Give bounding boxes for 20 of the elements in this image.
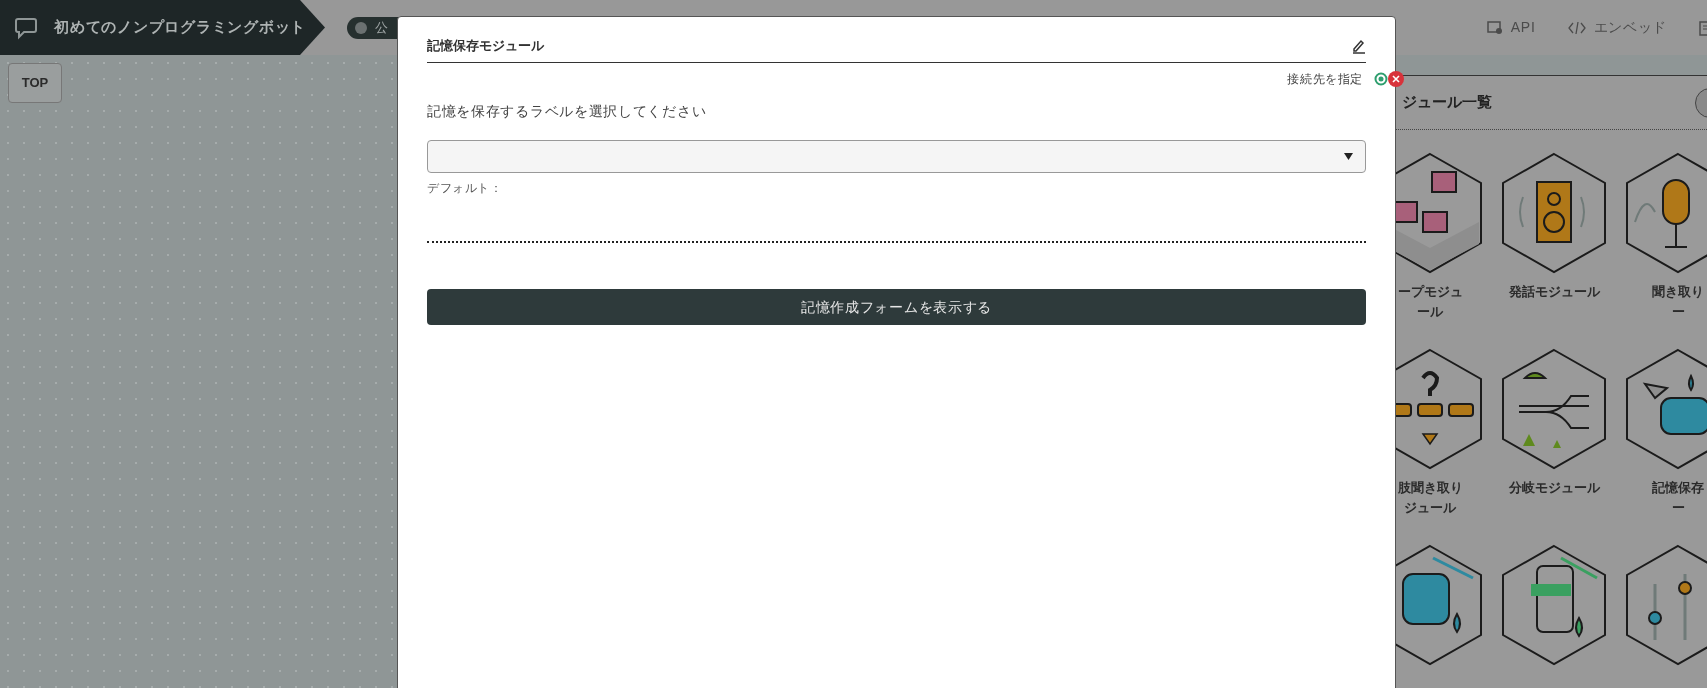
connection-label: 接続先を指定 [1287, 71, 1363, 88]
show-form-button[interactable]: 記憶作成フォームを表示する [427, 289, 1366, 325]
module-label: 発話モジュール [1508, 283, 1600, 301]
bot-title: 初めてのノンプログラミングボット [54, 17, 306, 38]
module-label: ール [1417, 303, 1443, 321]
module-label: ー [1671, 303, 1685, 321]
module-label: 分岐モジュール [1508, 479, 1600, 497]
module-label: ー [1671, 499, 1685, 517]
panel-title: ジュール一覧 [1402, 92, 1492, 113]
module-label: ジュール [1404, 499, 1456, 517]
header-link[interactable]: エンベッド [1567, 17, 1667, 38]
field-label: 記憶を保存するラベルを選択してください [427, 102, 708, 121]
module-label: ープモジュ [1397, 283, 1463, 301]
module-label: 聞き取り [1652, 283, 1704, 301]
header-link[interactable]: API [1486, 17, 1536, 38]
top-button[interactable]: TOP [8, 63, 62, 103]
modal-title: 記憶保存モジュール [427, 36, 544, 55]
default-label: デフォルト： [427, 180, 504, 197]
module-label: 記憶保存 [1652, 479, 1704, 497]
module-label: 肢聞き取り [1397, 479, 1463, 497]
